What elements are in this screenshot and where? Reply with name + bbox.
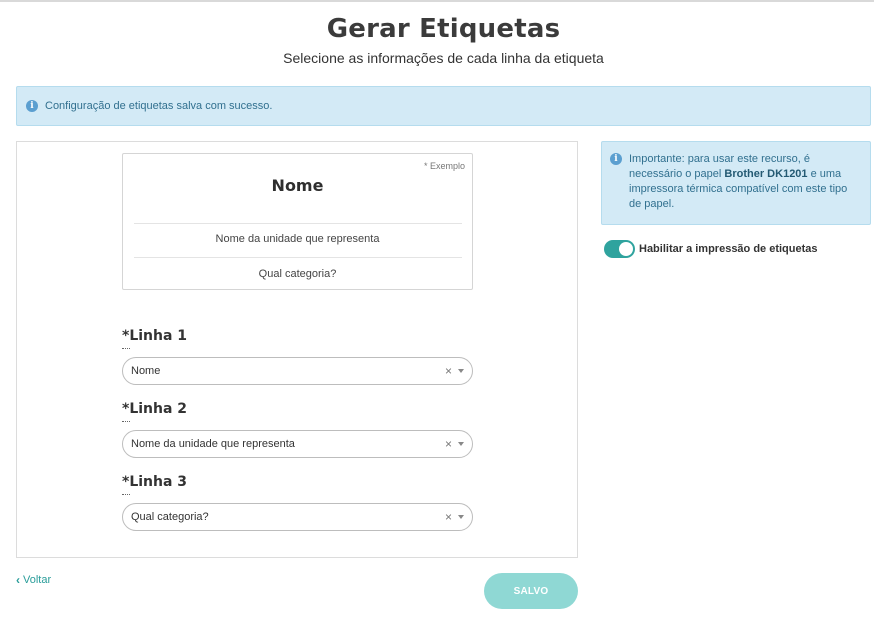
line-1-label-text: *Linha 1: [122, 328, 188, 344]
line-1-select-value: Nome: [131, 365, 161, 377]
page-subtitle: Selecione as informações de cada linha d…: [283, 50, 604, 66]
back-link-label: Voltar: [23, 574, 52, 586]
info-icon: i: [26, 100, 38, 112]
line-2-label: *Linha 2: [122, 401, 188, 422]
line-3-select[interactable]: Qual categoria? ×: [122, 503, 473, 531]
page-title: Gerar Etiquetas: [326, 14, 561, 44]
line-3-select-value: Qual categoria?: [131, 511, 209, 523]
info-alert: i Importante: para usar este recurso, é …: [601, 141, 871, 225]
info-text-bold: Brother DK1201: [724, 168, 808, 180]
line-2-select[interactable]: Nome da unidade que representa ×: [122, 430, 473, 458]
save-button[interactable]: SALVO: [484, 573, 578, 609]
preview-example-tag: * Exemplo: [423, 161, 465, 171]
toggle-label: Habilitar a impressão de etiquetas: [639, 243, 818, 255]
line-3-label-text: *Linha 3: [122, 474, 188, 490]
clear-icon[interactable]: ×: [445, 510, 452, 524]
info-icon: i: [610, 153, 622, 165]
info-alert-text: Importante: para usar este recurso, é ne…: [629, 152, 860, 212]
label-preview-card: * Exemplo Nome Nome da unidade que repre…: [122, 153, 473, 290]
back-link[interactable]: ‹ Voltar: [16, 573, 51, 587]
required-marker: [122, 494, 130, 495]
caret-down-icon[interactable]: [458, 369, 464, 373]
line-1-select[interactable]: Nome ×: [122, 357, 473, 385]
line-2-select-value: Nome da unidade que representa: [131, 438, 295, 450]
label-printing-toggle-row: Habilitar a impressão de etiquetas: [604, 240, 818, 258]
clear-icon[interactable]: ×: [445, 437, 452, 451]
preview-line-2: Nome da unidade que representa: [215, 233, 380, 245]
caret-down-icon[interactable]: [458, 515, 464, 519]
top-border: [0, 0, 874, 2]
line-2-label-text: *Linha 2: [122, 401, 188, 417]
line-1-label: *Linha 1: [122, 328, 188, 349]
caret-down-icon[interactable]: [458, 442, 464, 446]
label-printing-toggle[interactable]: [604, 240, 635, 258]
label-config-panel: * Exemplo Nome Nome da unidade que repre…: [16, 141, 578, 558]
clear-icon[interactable]: ×: [445, 364, 452, 378]
preview-line-3: Qual categoria?: [258, 268, 337, 280]
success-alert: i Configuração de etiquetas salva com su…: [16, 86, 871, 126]
chevron-left-icon: ‹: [16, 573, 20, 587]
preview-title: Nome: [271, 176, 324, 195]
line-3-label: *Linha 3: [122, 474, 188, 495]
required-marker: [122, 421, 130, 422]
success-alert-text: Configuração de etiquetas salva com suce…: [45, 100, 273, 112]
required-marker: [122, 348, 130, 349]
